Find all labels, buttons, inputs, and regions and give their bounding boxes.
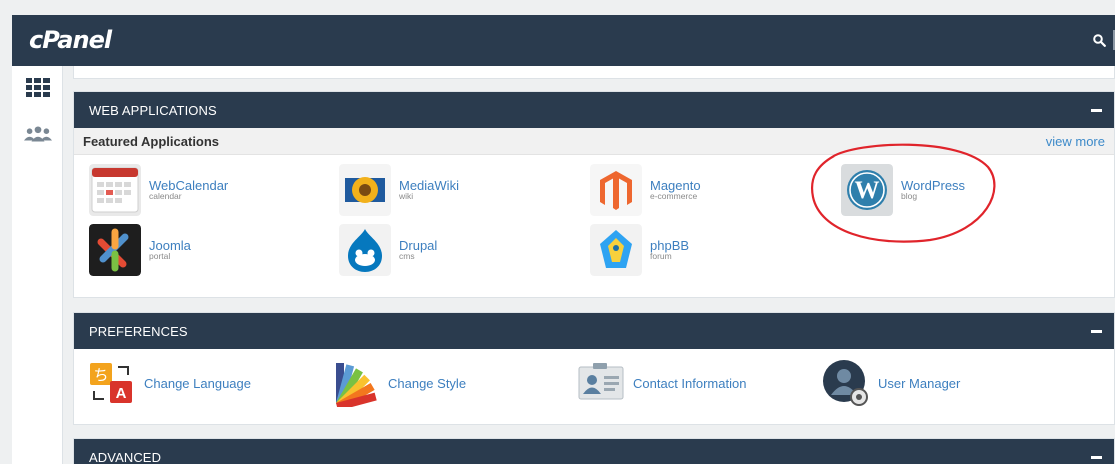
app-category: forum (650, 251, 672, 261)
webcalendar-icon (89, 164, 141, 216)
section-title: WEB APPLICATIONS (89, 102, 217, 118)
app-joomla[interactable]: Joomla portal (89, 224, 191, 276)
drupal-icon (339, 224, 391, 276)
section-title: ADVANCED (89, 449, 162, 464)
web-applications-header[interactable]: WEB APPLICATIONS (74, 92, 1114, 128)
section-title: PREFERENCES (89, 323, 188, 339)
change-language-link[interactable]: ち A Change Language (88, 359, 251, 407)
phpbb-icon (590, 224, 642, 276)
web-applications-section: WEB APPLICATIONS Featured Applications v… (73, 91, 1115, 298)
app-category: blog (901, 191, 918, 201)
left-sidebar (12, 66, 63, 464)
users-icon[interactable] (24, 122, 52, 146)
svg-text:A: A (116, 385, 127, 402)
mediawiki-icon (339, 164, 391, 216)
user-manager-link[interactable]: User Manager (822, 359, 960, 407)
search-button[interactable] (1084, 15, 1115, 66)
app-category: portal (149, 251, 171, 261)
view-more-link[interactable]: view more (1046, 134, 1105, 149)
pref-label: User Manager (878, 375, 961, 391)
previous-section-end (73, 66, 1115, 79)
change-style-link[interactable]: Change Style (332, 359, 466, 407)
pref-label: Change Language (144, 375, 251, 391)
search-icon (1093, 34, 1106, 47)
app-wordpress[interactable]: W WordPress blog (841, 164, 965, 216)
preferences-section: PREFERENCES ち A Change Language Change S… (73, 312, 1115, 425)
language-icon: ち A (90, 363, 132, 403)
user-manager-icon (823, 360, 868, 406)
contact-information-link[interactable]: Contact Information (577, 359, 746, 407)
app-drupal[interactable]: Drupal cms (339, 224, 437, 276)
featured-apps-grid: WebCalendar calendar MediaWiki wiki Mage… (74, 155, 1114, 293)
cpanel-logo[interactable]: cPanel (29, 26, 112, 54)
app-category: wiki (399, 191, 414, 201)
contact-card-icon (578, 363, 624, 400)
app-mediawiki[interactable]: MediaWiki wiki (339, 164, 459, 216)
wordpress-icon: W (841, 164, 893, 216)
app-magento[interactable]: Magento e-commerce (590, 164, 701, 216)
app-category: e-commerce (650, 191, 698, 201)
featured-applications-title: Featured Applications (83, 133, 220, 149)
app-webcalendar[interactable]: WebCalendar calendar (89, 164, 228, 216)
collapse-icon[interactable] (1091, 456, 1102, 459)
collapse-icon[interactable] (1091, 330, 1102, 333)
preferences-header[interactable]: PREFERENCES (74, 313, 1114, 349)
palette-icon (336, 363, 377, 407)
app-category: calendar (149, 191, 182, 201)
app-phpbb[interactable]: phpBB forum (590, 224, 689, 276)
grid-icon[interactable] (24, 76, 52, 100)
joomla-icon (89, 224, 141, 276)
advanced-section: ADVANCED (73, 438, 1115, 464)
svg-text:W: W (855, 177, 880, 204)
pref-label: Contact Information (633, 375, 747, 391)
featured-applications-bar: Featured Applications view more (74, 128, 1114, 155)
preferences-items: ち A Change Language Change Style Contact… (74, 349, 1114, 414)
collapse-icon[interactable] (1091, 109, 1102, 112)
top-header: cPanel (12, 15, 1115, 66)
magento-icon (590, 164, 642, 216)
svg-text:ち: ち (93, 366, 108, 384)
app-category: cms (399, 251, 415, 261)
pref-label: Change Style (388, 375, 467, 391)
advanced-header[interactable]: ADVANCED (74, 439, 1114, 464)
